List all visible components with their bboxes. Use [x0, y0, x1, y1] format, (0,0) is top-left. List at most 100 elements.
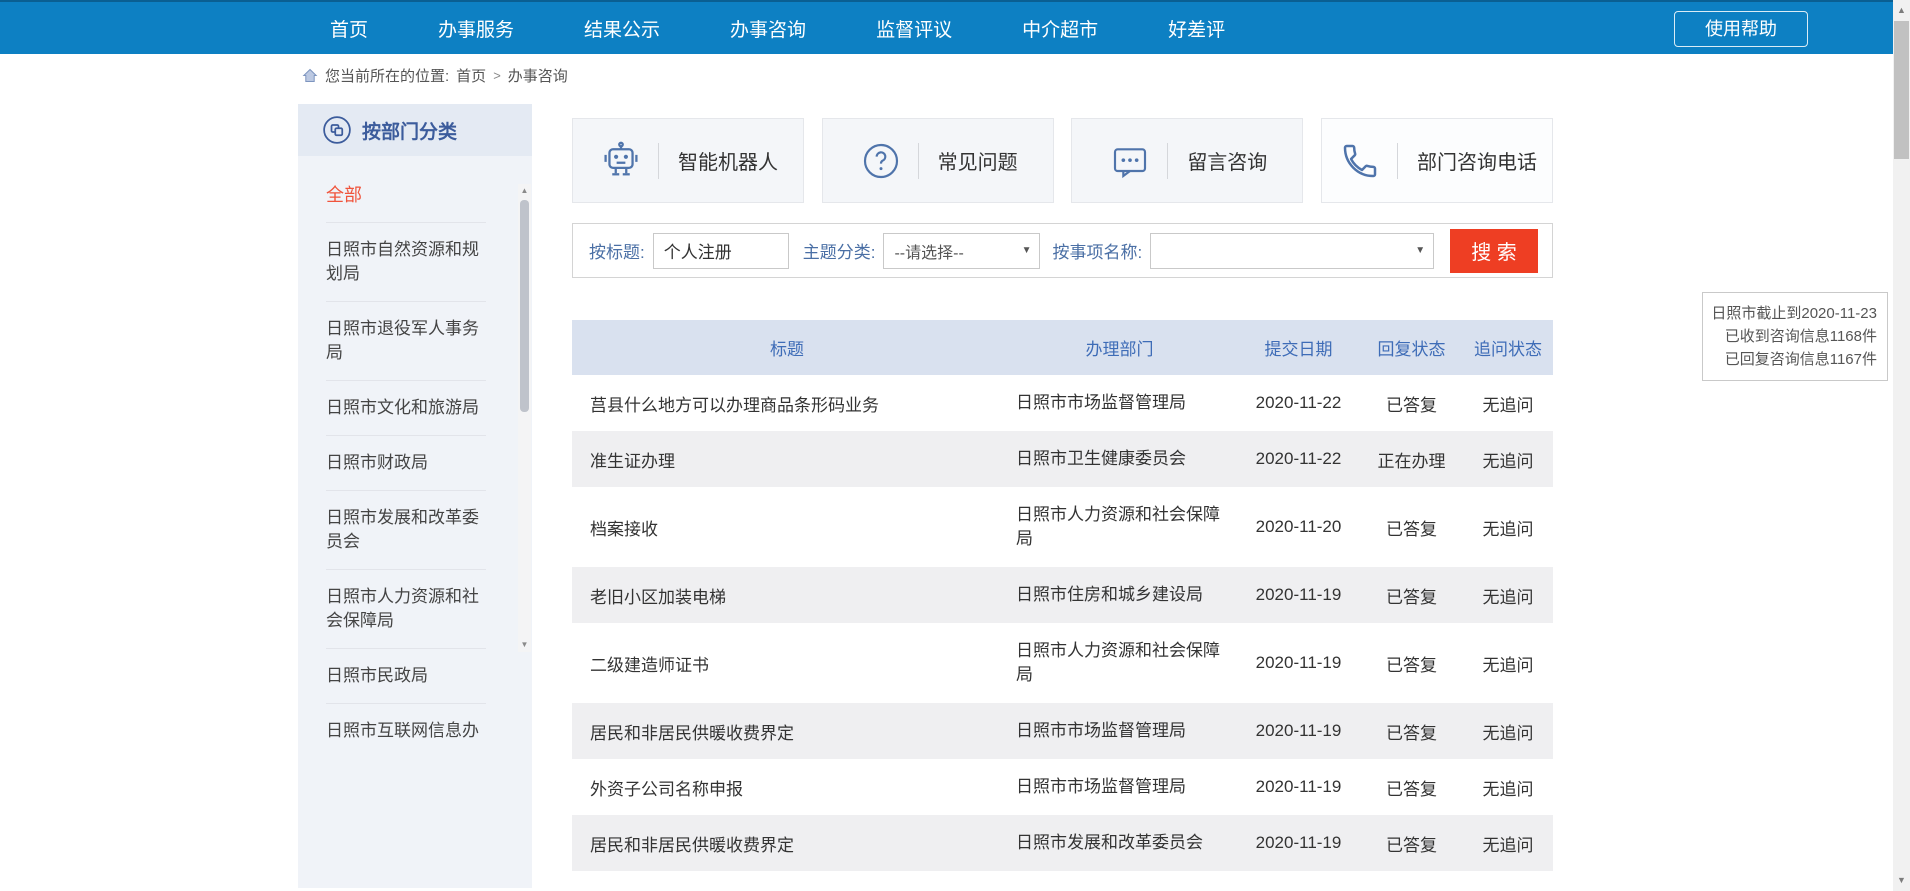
department-sidebar: 按部门分类 全部 日照市自然资源和规划局 日照市退役军人事务局 日照市文化和旅游… — [298, 104, 532, 888]
row-department: 日照市市场监督管理局 — [1002, 375, 1237, 431]
row-follow-status: 无追问 — [1463, 651, 1553, 676]
sidebar-scrollbar[interactable]: ▲ ▼ — [518, 184, 531, 652]
row-title[interactable]: 莒县什么地方可以办理商品条形码业务 — [572, 391, 1002, 416]
question-icon — [858, 141, 904, 181]
page-scrollbar[interactable]: ▲ ▼ — [1893, 0, 1910, 891]
quick-link-phone[interactable]: 部门咨询电话 — [1321, 118, 1553, 203]
sidebar-title: 按部门分类 — [362, 117, 457, 144]
search-button[interactable]: 搜 索 — [1450, 229, 1538, 273]
sidebar-department-item[interactable]: 日照市发展和改革委员会 — [326, 491, 486, 570]
chevron-down-icon: ▼ — [1415, 245, 1425, 256]
page-scroll-down-icon[interactable]: ▼ — [1893, 872, 1910, 889]
table-row[interactable]: 档案接收 日照市人力资源和社会保障局 2020-11-20 已答复 无追问 — [572, 487, 1553, 567]
col-header-date: 提交日期 — [1237, 335, 1360, 360]
sidebar-department-item[interactable]: 日照市财政局 — [326, 436, 486, 491]
sidebar-department-item[interactable]: 日照市互联网信息办 — [326, 704, 486, 758]
sidebar-department-item[interactable]: 日照市文化和旅游局 — [326, 381, 486, 436]
divider — [658, 143, 659, 179]
row-title[interactable]: 档案接收 — [572, 515, 1002, 540]
table-row[interactable]: 老旧小区加装电梯 日照市住房和城乡建设局 2020-11-19 已答复 无追问 — [572, 567, 1553, 623]
row-follow-status: 无追问 — [1463, 515, 1553, 540]
sidebar-item-label: 日照市财政局 — [326, 453, 428, 472]
row-title[interactable]: 老旧小区加装电梯 — [572, 583, 1002, 608]
divider — [1397, 143, 1398, 179]
category-select-value: --请选择-- — [894, 239, 963, 263]
stats-line-received: 已收到咨询信息1168件 — [1709, 325, 1877, 348]
row-title[interactable]: 准生证办理 — [572, 447, 1002, 472]
breadcrumb-current: 办事咨询 — [508, 65, 568, 86]
row-date: 2020-11-22 — [1237, 449, 1360, 469]
quick-link-message[interactable]: 留言咨询 — [1071, 118, 1303, 203]
table-row[interactable]: 外资子公司名称申报 日照市市场监督管理局 2020-11-19 已答复 无追问 — [572, 759, 1553, 815]
row-follow-status: 无追问 — [1463, 583, 1553, 608]
table-header: 标题 办理部门 提交日期 回复状态 追问状态 — [572, 320, 1553, 375]
sidebar-department-item[interactable]: 日照市民政局 — [326, 649, 486, 704]
nav-item-home[interactable]: 首页 — [330, 15, 368, 42]
top-nav: 首页 办事服务 结果公示 办事咨询 监督评议 中介超市 好差评 使用帮助 — [0, 0, 1910, 54]
sidebar-item-label: 日照市文化和旅游局 — [326, 398, 479, 417]
table-row[interactable]: 莒县什么地方可以办理商品条形码业务 日照市市场监督管理局 2020-11-22 … — [572, 375, 1553, 431]
sidebar-item-label: 日照市互联网信息办 — [326, 721, 479, 740]
sidebar-department-item[interactable]: 日照市退役军人事务局 — [326, 302, 486, 381]
col-header-reply-status: 回复状态 — [1360, 335, 1463, 360]
sidebar-scrollbar-thumb[interactable] — [520, 200, 529, 412]
table-row[interactable]: 准生证办理 日照市卫生健康委员会 2020-11-22 正在办理 无追问 — [572, 431, 1553, 487]
sidebar-department-item[interactable]: 日照市人力资源和社会保障局 — [326, 570, 486, 649]
stats-line-date: 日照市截止到2020-11-23 — [1709, 302, 1877, 325]
row-title[interactable]: 居民和非居民供暖收费界定 — [572, 831, 1002, 856]
quick-link-faq[interactable]: 常见问题 — [822, 118, 1054, 203]
nav-item-consult[interactable]: 办事咨询 — [730, 15, 806, 42]
table-row[interactable]: 居民和非居民供暖收费界定 日照市发展和改革委员会 2020-11-19 已答复 … — [572, 815, 1553, 871]
sidebar-scroll-up-icon[interactable]: ▲ — [518, 184, 531, 198]
sidebar-item-label: 全部 — [326, 185, 362, 205]
nav-item-supervision[interactable]: 监督评议 — [876, 15, 952, 42]
stats-line-replied: 已回复咨询信息1167件 — [1709, 348, 1877, 371]
sidebar-scroll-down-icon[interactable]: ▼ — [518, 638, 531, 652]
department-list: 全部 日照市自然资源和规划局 日照市退役军人事务局 日照市文化和旅游局 日照市财… — [298, 168, 532, 758]
quick-link-label: 常见问题 — [938, 146, 1018, 175]
sidebar-item-label: 日照市人力资源和社会保障局 — [326, 587, 479, 630]
row-title[interactable]: 居民和非居民供暖收费界定 — [572, 719, 1002, 744]
nav-item-results[interactable]: 结果公示 — [584, 15, 660, 42]
row-follow-status: 无追问 — [1463, 775, 1553, 800]
page-scrollbar-thumb[interactable] — [1894, 21, 1909, 159]
title-search-input[interactable] — [653, 233, 789, 269]
row-department: 日照市人力资源和社会保障局 — [1002, 623, 1237, 703]
row-reply-status: 已答复 — [1360, 831, 1463, 856]
table-row[interactable]: 居民和非居民供暖收费界定 日照市市场监督管理局 2020-11-19 已答复 无… — [572, 703, 1553, 759]
phone-icon — [1337, 141, 1383, 181]
item-name-select[interactable]: ▼ — [1150, 233, 1434, 269]
sidebar-department-item[interactable]: 全部 — [326, 168, 486, 223]
divider — [1167, 143, 1168, 179]
row-title[interactable]: 二级建造师证书 — [572, 651, 1002, 676]
row-date: 2020-11-22 — [1237, 393, 1360, 413]
quick-link-label: 智能机器人 — [678, 146, 778, 175]
row-department: 日照市人力资源和社会保障局 — [1002, 487, 1237, 567]
home-icon — [302, 68, 318, 83]
table-row[interactable]: 二级建造师证书 日照市人力资源和社会保障局 2020-11-19 已答复 无追问 — [572, 623, 1553, 703]
row-reply-status: 已答复 — [1360, 719, 1463, 744]
nav-item-services[interactable]: 办事服务 — [438, 15, 514, 42]
row-reply-status: 已答复 — [1360, 515, 1463, 540]
nav-item-rating[interactable]: 好差评 — [1168, 15, 1225, 42]
category-select[interactable]: --请选择-- ▼ — [883, 233, 1040, 269]
row-reply-status: 已答复 — [1360, 583, 1463, 608]
nav-item-agency-market[interactable]: 中介超市 — [1022, 15, 1098, 42]
help-button[interactable]: 使用帮助 — [1674, 11, 1808, 47]
breadcrumb-separator: > — [493, 68, 501, 83]
row-reply-status: 已答复 — [1360, 651, 1463, 676]
page-scroll-up-icon[interactable]: ▲ — [1893, 2, 1910, 19]
stats-box: 日照市截止到2020-11-23 已收到咨询信息1168件 已回复咨询信息116… — [1702, 292, 1888, 381]
breadcrumb-home-link[interactable]: 首页 — [456, 65, 486, 86]
row-title[interactable]: 外资子公司名称申报 — [572, 775, 1002, 800]
title-search-label: 按标题: — [589, 238, 645, 263]
quick-link-robot[interactable]: 智能机器人 — [572, 118, 804, 203]
sidebar-department-item[interactable]: 日照市自然资源和规划局 — [326, 223, 486, 302]
breadcrumb-prefix: 您当前所在的位置: — [325, 65, 449, 86]
search-panel: 按标题: 主题分类: --请选择-- ▼ 按事项名称: ▼ 搜 索 — [572, 223, 1553, 278]
row-follow-status: 无追问 — [1463, 391, 1553, 416]
row-follow-status: 无追问 — [1463, 831, 1553, 856]
row-department: 日照市市场监督管理局 — [1002, 703, 1237, 759]
quick-links: 智能机器人 常见问题 — [572, 118, 1553, 203]
table-body: 莒县什么地方可以办理商品条形码业务 日照市市场监督管理局 2020-11-22 … — [572, 375, 1553, 871]
